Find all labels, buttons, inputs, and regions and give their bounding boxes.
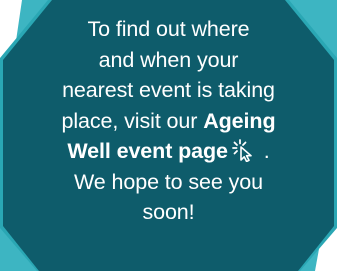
cursor-click-icon[interactable]: [232, 138, 258, 162]
message-line: We hope to see you: [73, 169, 264, 194]
ageing-well-link-part1[interactable]: Ageing: [203, 109, 275, 133]
ageing-well-link-part2[interactable]: Well event page: [67, 139, 228, 163]
message-line: and when your: [98, 47, 239, 72]
event-message: To find out where and when your nearest …: [30, 14, 307, 228]
message-line: place, visit our Ageing: [30, 106, 307, 137]
message-line: Well event page .: [30, 136, 307, 167]
message-text: .: [257, 139, 270, 163]
message-line: To find out where: [87, 17, 250, 41]
event-info-graphic: To find out where and when your nearest …: [0, 0, 337, 271]
message-line: nearest event is taking: [62, 78, 275, 102]
message-line: soon!: [142, 200, 195, 224]
message-text: place, visit our: [61, 108, 204, 133]
